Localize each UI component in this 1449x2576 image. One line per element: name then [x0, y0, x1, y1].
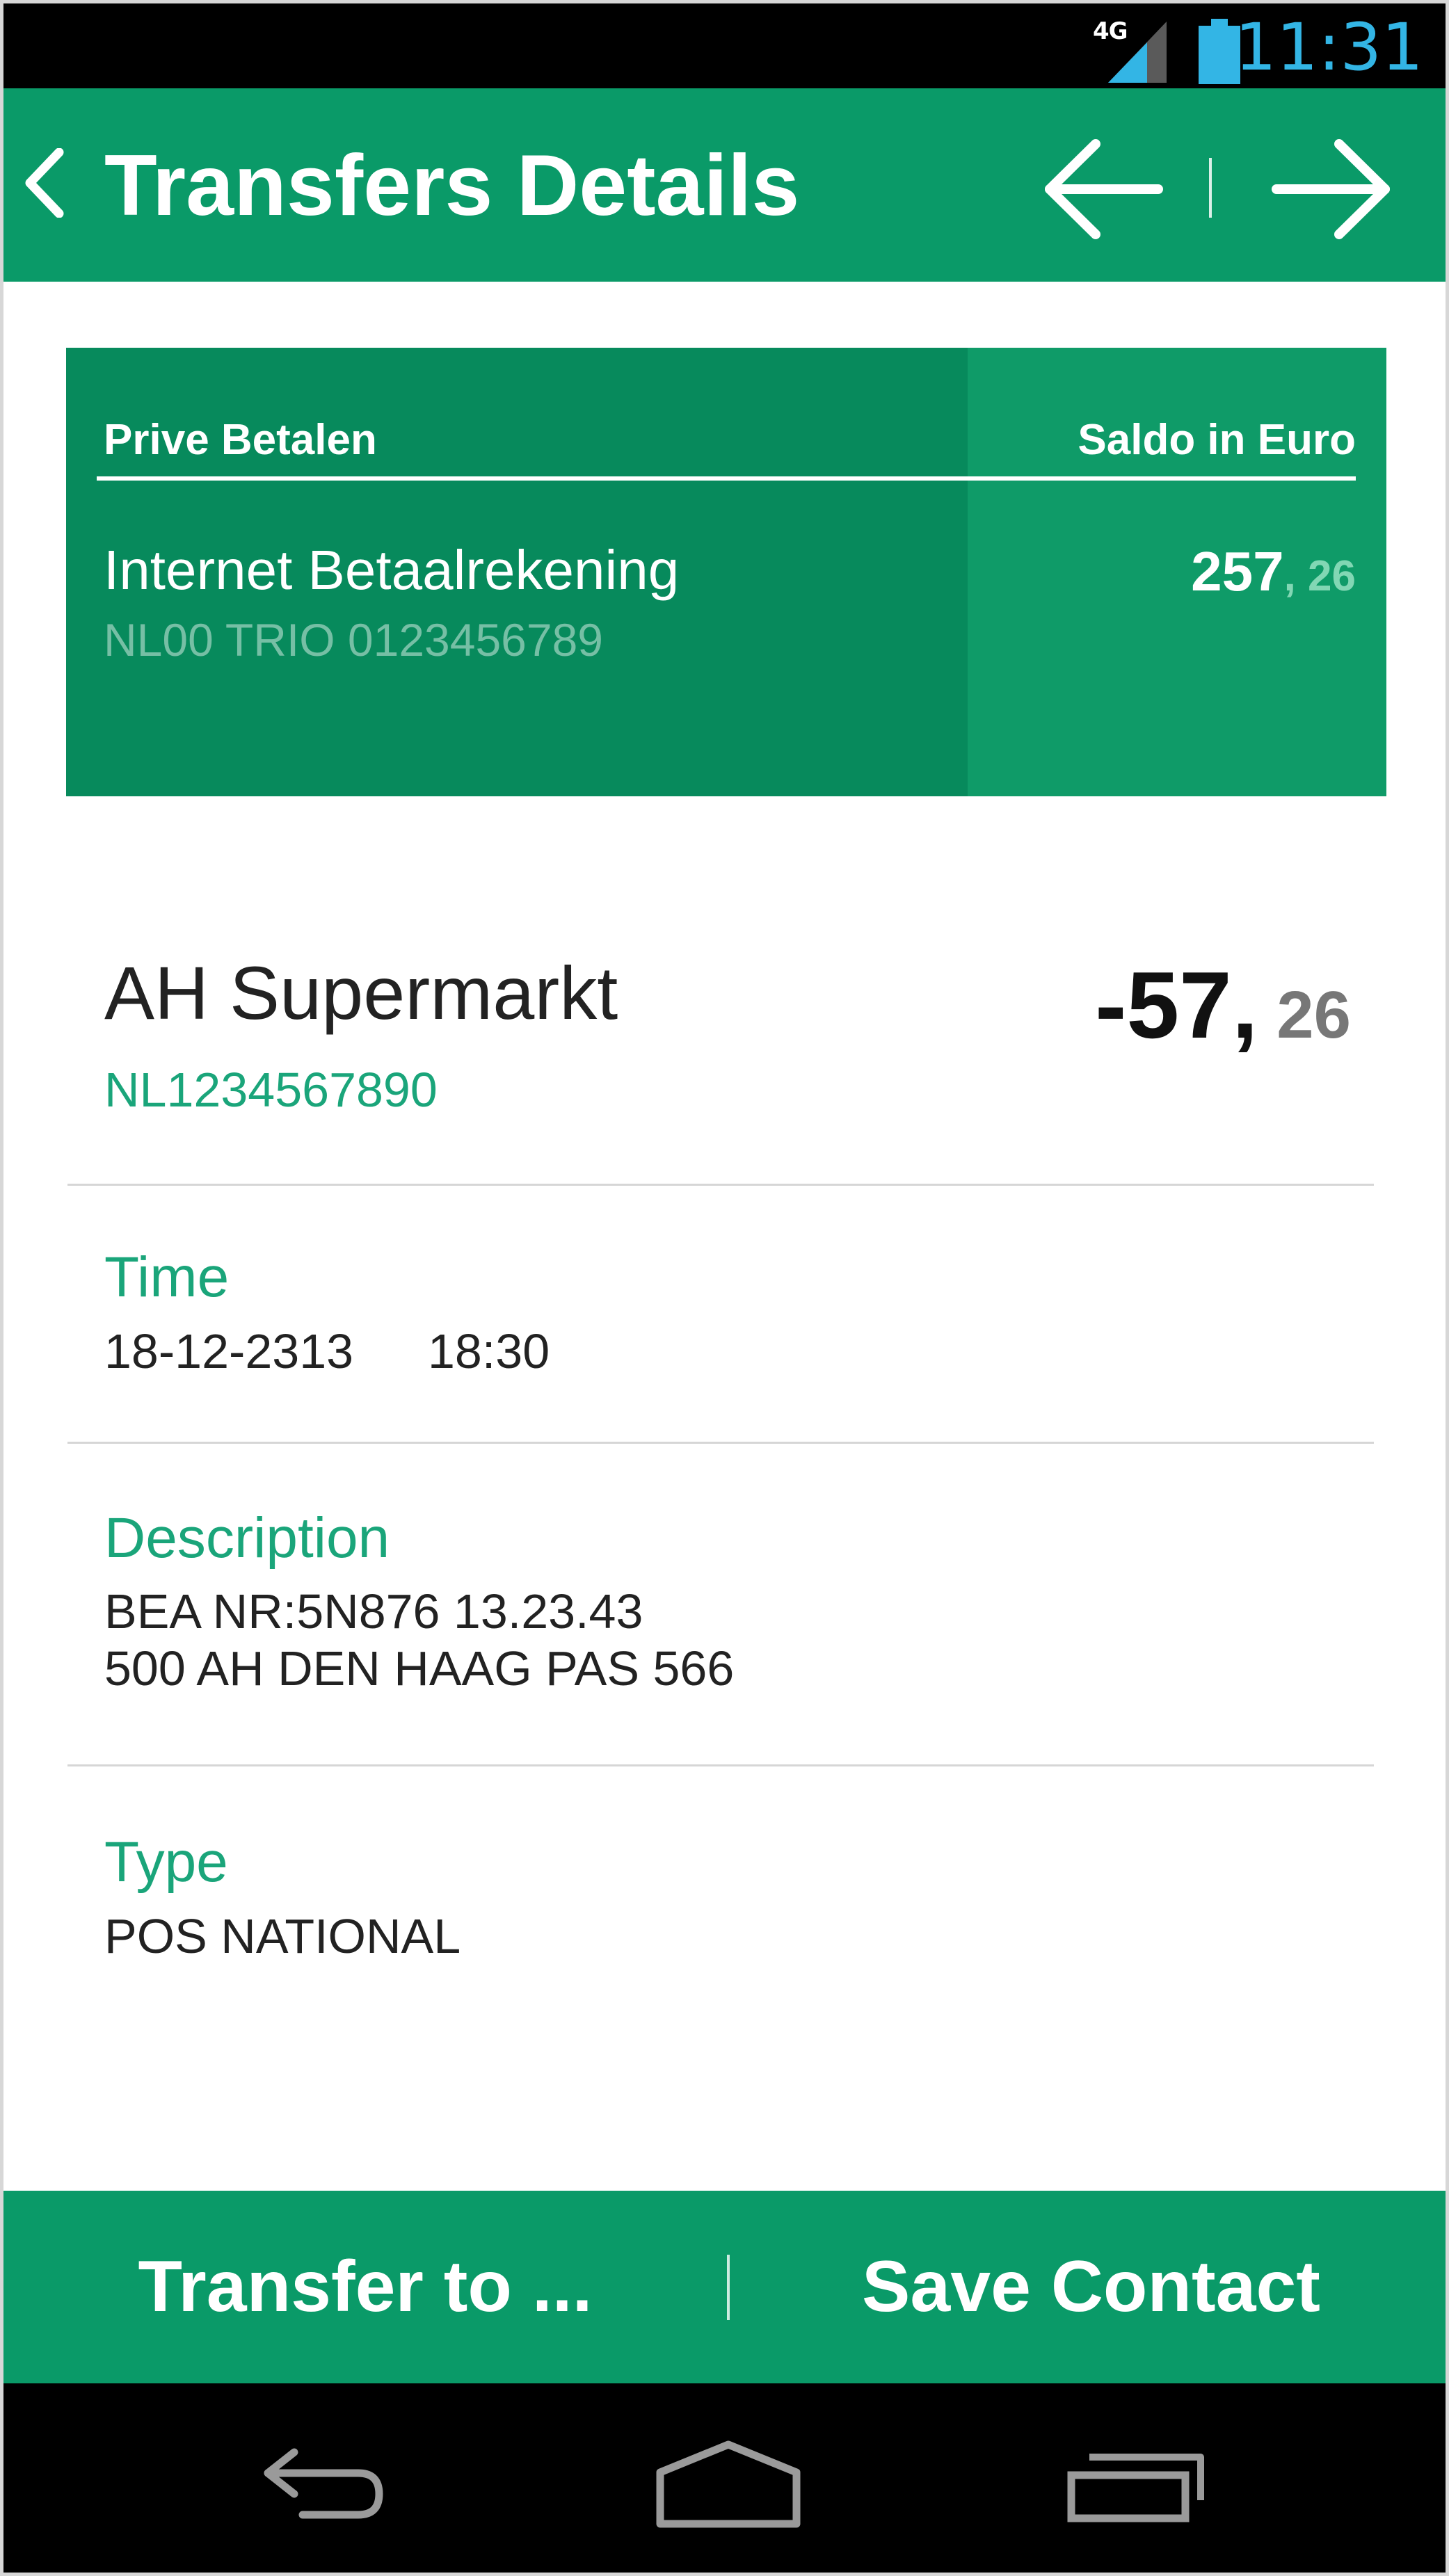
account-iban: NL00 TRIO 0123456789 — [104, 614, 603, 666]
back-icon[interactable] — [254, 2442, 393, 2526]
merchant-name: AH Supermarkt — [104, 951, 618, 1035]
chevron-left-icon[interactable] — [23, 148, 65, 218]
arrow-right-icon[interactable] — [1270, 137, 1395, 241]
save-contact-button[interactable]: Save Contact — [730, 2191, 1446, 2383]
divider — [67, 1764, 1374, 1766]
arrow-left-icon[interactable] — [1040, 137, 1165, 241]
nav-separator — [1209, 158, 1212, 218]
phone-screen: 4G 11:31 Transfers Details Prive Betalen — [0, 0, 1449, 2576]
page-title: Transfers Details — [104, 138, 800, 234]
balance-currency-label: Saldo in Euro — [1078, 416, 1356, 464]
amount-integer: -57, — [1095, 952, 1258, 1058]
type-value: POS NATIONAL — [104, 1909, 461, 1963]
account-balance: 257, 26 — [1191, 540, 1356, 604]
system-nav-bar — [3, 2383, 1446, 2573]
account-group-label: Prive Betalen — [104, 416, 377, 464]
description-line-1: BEA NR:5N876 13.23.43 — [104, 1584, 643, 1639]
app-bar: Transfers Details — [3, 88, 1446, 282]
battery-icon — [1199, 19, 1240, 84]
divider — [67, 1442, 1374, 1444]
home-icon[interactable] — [653, 2439, 803, 2529]
status-bar: 4G 11:31 — [3, 3, 1446, 88]
balance-decimals: , 26 — [1283, 552, 1356, 600]
card-divider — [97, 476, 1356, 481]
time-label: Time — [104, 1246, 230, 1309]
type-label: Type — [104, 1830, 228, 1894]
merchant-iban: NL1234567890 — [104, 1063, 438, 1117]
clock: 11:31 — [1235, 10, 1423, 86]
recents-icon[interactable] — [1064, 2447, 1210, 2524]
signal-icon — [1108, 22, 1167, 83]
description-line-2: 500 AH DEN HAAG PAS 566 — [104, 1641, 735, 1696]
transfer-to-button[interactable]: Transfer to ... — [3, 2191, 727, 2383]
description-label: Description — [104, 1506, 390, 1570]
action-bar: Transfer to ... Save Contact — [3, 2191, 1446, 2383]
account-card[interactable]: Prive Betalen Saldo in Euro Internet Bet… — [66, 348, 1386, 796]
amount-decimals: 26 — [1258, 978, 1351, 1052]
transaction-amount: -57, 26 — [1095, 951, 1351, 1059]
divider — [67, 1184, 1374, 1186]
balance-integer: 257 — [1191, 540, 1284, 602]
time-clock: 18:30 — [428, 1324, 550, 1378]
time-date: 18-12-2313 — [104, 1324, 354, 1378]
account-name: Internet Betaalrekening — [104, 539, 680, 601]
